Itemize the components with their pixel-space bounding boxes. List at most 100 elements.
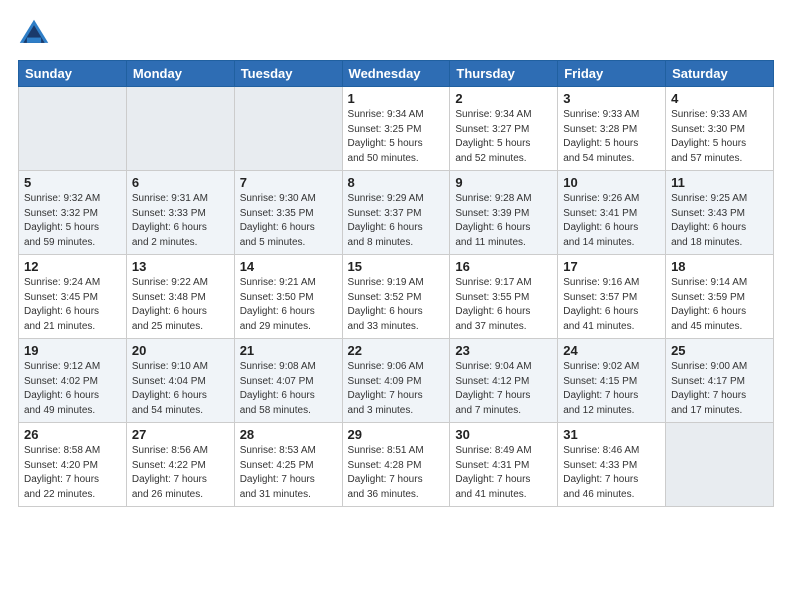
day-info: Sunrise: 9:08 AMSunset: 4:07 PMDaylight:… bbox=[240, 360, 337, 418]
day-number: 1 bbox=[348, 91, 445, 106]
calendar-week-4: 19 Sunrise: 9:12 AMSunset: 4:02 PMDayligh… bbox=[19, 339, 774, 423]
day-number: 18 bbox=[671, 259, 768, 274]
day-number: 15 bbox=[348, 259, 445, 274]
day-number: 13 bbox=[132, 259, 229, 274]
calendar-cell: 6 Sunrise: 9:31 AMSunset: 3:33 PMDaylight… bbox=[126, 171, 234, 255]
day-number: 7 bbox=[240, 175, 337, 190]
day-info: Sunrise: 8:46 AMSunset: 4:33 PMDaylight:… bbox=[563, 444, 660, 502]
calendar-cell bbox=[234, 87, 342, 171]
day-info: Sunrise: 9:34 AMSunset: 3:27 PMDaylight:… bbox=[455, 108, 552, 166]
day-number: 9 bbox=[455, 175, 552, 190]
day-number: 21 bbox=[240, 343, 337, 358]
day-number: 6 bbox=[132, 175, 229, 190]
calendar-cell: 8Sunrise: 9:29 AMSunset: 3:37 PMDaylight… bbox=[342, 171, 450, 255]
weekday-header-tuesday: Tuesday bbox=[234, 61, 342, 87]
day-number: 8 bbox=[348, 175, 445, 190]
calendar-cell: 22 Sunrise: 9:06 AMSunset: 4:09 PMDayligh… bbox=[342, 339, 450, 423]
calendar-cell: 7 Sunrise: 9:30 AMSunset: 3:35 PMDaylight… bbox=[234, 171, 342, 255]
day-number: 10 bbox=[563, 175, 660, 190]
calendar-cell: 14 Sunrise: 9:21 AMSunset: 3:50 PMDayligh… bbox=[234, 255, 342, 339]
day-info: Sunrise: 9:26 AMSunset: 3:41 PMDaylight:… bbox=[563, 192, 660, 250]
day-info: Sunrise: 9:04 AMSunset: 4:12 PMDaylight:… bbox=[455, 360, 552, 418]
calendar-cell: 25Sunrise: 9:00 AMSunset: 4:17 PMDayligh… bbox=[666, 339, 774, 423]
day-info: Sunrise: 8:56 AMSunset: 4:22 PMDaylight:… bbox=[132, 444, 229, 502]
calendar-cell: 11 Sunrise: 9:25 AMSunset: 3:43 PMDayligh… bbox=[666, 171, 774, 255]
day-number: 26 bbox=[24, 427, 121, 442]
weekday-header-friday: Friday bbox=[558, 61, 666, 87]
day-info: Sunrise: 9:02 AMSunset: 4:15 PMDaylight:… bbox=[563, 360, 660, 418]
day-info: Sunrise: 9:24 AMSunset: 3:45 PMDaylight:… bbox=[24, 276, 121, 334]
day-number: 28 bbox=[240, 427, 337, 442]
day-info: Sunrise: 9:30 AMSunset: 3:35 PMDaylight:… bbox=[240, 192, 337, 250]
calendar: SundayMondayTuesdayWednesdayThursdayFrid… bbox=[18, 60, 774, 507]
day-number: 3 bbox=[563, 91, 660, 106]
calendar-cell: 26 Sunrise: 8:58 AMSunset: 4:20 PMDayligh… bbox=[19, 423, 127, 507]
logo bbox=[18, 18, 54, 50]
calendar-week-5: 26 Sunrise: 8:58 AMSunset: 4:20 PMDayligh… bbox=[19, 423, 774, 507]
day-number: 14 bbox=[240, 259, 337, 274]
day-number: 4 bbox=[671, 91, 768, 106]
day-info: Sunrise: 9:28 AMSunset: 3:39 PMDaylight:… bbox=[455, 192, 552, 250]
day-number: 17 bbox=[563, 259, 660, 274]
day-info: Sunrise: 9:33 AMSunset: 3:28 PMDaylight:… bbox=[563, 108, 660, 166]
calendar-cell bbox=[19, 87, 127, 171]
day-number: 30 bbox=[455, 427, 552, 442]
calendar-cell: 12Sunrise: 9:24 AMSunset: 3:45 PMDayligh… bbox=[19, 255, 127, 339]
page: SundayMondayTuesdayWednesdayThursdayFrid… bbox=[0, 0, 792, 517]
day-info: Sunrise: 8:58 AMSunset: 4:20 PMDaylight:… bbox=[24, 444, 121, 502]
day-number: 23 bbox=[455, 343, 552, 358]
day-info: Sunrise: 8:53 AMSunset: 4:25 PMDaylight:… bbox=[240, 444, 337, 502]
day-info: Sunrise: 9:32 AMSunset: 3:32 PMDaylight:… bbox=[24, 192, 121, 250]
day-info: Sunrise: 9:12 AMSunset: 4:02 PMDaylight:… bbox=[24, 360, 121, 418]
calendar-cell: 27 Sunrise: 8:56 AMSunset: 4:22 PMDayligh… bbox=[126, 423, 234, 507]
day-info: Sunrise: 9:34 AMSunset: 3:25 PMDaylight:… bbox=[348, 108, 445, 166]
calendar-cell: 1 Sunrise: 9:34 AMSunset: 3:25 PMDaylight… bbox=[342, 87, 450, 171]
day-number: 29 bbox=[348, 427, 445, 442]
day-info: Sunrise: 9:17 AMSunset: 3:55 PMDaylight:… bbox=[455, 276, 552, 334]
day-info: Sunrise: 9:25 AMSunset: 3:43 PMDaylight:… bbox=[671, 192, 768, 250]
calendar-cell: 29 Sunrise: 8:51 AMSunset: 4:28 PMDayligh… bbox=[342, 423, 450, 507]
calendar-week-3: 12Sunrise: 9:24 AMSunset: 3:45 PMDayligh… bbox=[19, 255, 774, 339]
weekday-header-thursday: Thursday bbox=[450, 61, 558, 87]
calendar-cell: 13 Sunrise: 9:22 AMSunset: 3:48 PMDayligh… bbox=[126, 255, 234, 339]
day-info: Sunrise: 9:31 AMSunset: 3:33 PMDaylight:… bbox=[132, 192, 229, 250]
day-number: 5 bbox=[24, 175, 121, 190]
calendar-cell: 18Sunrise: 9:14 AMSunset: 3:59 PMDayligh… bbox=[666, 255, 774, 339]
calendar-cell: 4Sunrise: 9:33 AMSunset: 3:30 PMDaylight… bbox=[666, 87, 774, 171]
day-info: Sunrise: 9:10 AMSunset: 4:04 PMDaylight:… bbox=[132, 360, 229, 418]
header bbox=[18, 18, 774, 50]
calendar-cell bbox=[126, 87, 234, 171]
calendar-cell: 24 Sunrise: 9:02 AMSunset: 4:15 PMDayligh… bbox=[558, 339, 666, 423]
day-info: Sunrise: 9:06 AMSunset: 4:09 PMDaylight:… bbox=[348, 360, 445, 418]
day-info: Sunrise: 9:21 AMSunset: 3:50 PMDaylight:… bbox=[240, 276, 337, 334]
calendar-cell: 5 Sunrise: 9:32 AMSunset: 3:32 PMDaylight… bbox=[19, 171, 127, 255]
day-number: 24 bbox=[563, 343, 660, 358]
weekday-header-saturday: Saturday bbox=[666, 61, 774, 87]
calendar-cell: 16 Sunrise: 9:17 AMSunset: 3:55 PMDayligh… bbox=[450, 255, 558, 339]
day-number: 11 bbox=[671, 175, 768, 190]
day-info: Sunrise: 9:16 AMSunset: 3:57 PMDaylight:… bbox=[563, 276, 660, 334]
day-info: Sunrise: 8:51 AMSunset: 4:28 PMDaylight:… bbox=[348, 444, 445, 502]
day-number: 19 bbox=[24, 343, 121, 358]
weekday-header-wednesday: Wednesday bbox=[342, 61, 450, 87]
day-info: Sunrise: 9:19 AMSunset: 3:52 PMDaylight:… bbox=[348, 276, 445, 334]
weekday-header-row: SundayMondayTuesdayWednesdayThursdayFrid… bbox=[19, 61, 774, 87]
calendar-cell: 10 Sunrise: 9:26 AMSunset: 3:41 PMDayligh… bbox=[558, 171, 666, 255]
day-number: 22 bbox=[348, 343, 445, 358]
calendar-cell: 19 Sunrise: 9:12 AMSunset: 4:02 PMDayligh… bbox=[19, 339, 127, 423]
calendar-cell: 30 Sunrise: 8:49 AMSunset: 4:31 PMDayligh… bbox=[450, 423, 558, 507]
day-info: Sunrise: 8:49 AMSunset: 4:31 PMDaylight:… bbox=[455, 444, 552, 502]
day-number: 20 bbox=[132, 343, 229, 358]
calendar-cell: 2 Sunrise: 9:34 AMSunset: 3:27 PMDaylight… bbox=[450, 87, 558, 171]
calendar-cell bbox=[666, 423, 774, 507]
calendar-cell: 23 Sunrise: 9:04 AMSunset: 4:12 PMDayligh… bbox=[450, 339, 558, 423]
calendar-week-1: 1 Sunrise: 9:34 AMSunset: 3:25 PMDaylight… bbox=[19, 87, 774, 171]
day-number: 27 bbox=[132, 427, 229, 442]
day-info: Sunrise: 9:22 AMSunset: 3:48 PMDaylight:… bbox=[132, 276, 229, 334]
weekday-header-monday: Monday bbox=[126, 61, 234, 87]
day-number: 2 bbox=[455, 91, 552, 106]
day-info: Sunrise: 9:00 AMSunset: 4:17 PMDaylight:… bbox=[671, 360, 768, 418]
day-number: 16 bbox=[455, 259, 552, 274]
calendar-cell: 17 Sunrise: 9:16 AMSunset: 3:57 PMDayligh… bbox=[558, 255, 666, 339]
calendar-cell: 21 Sunrise: 9:08 AMSunset: 4:07 PMDayligh… bbox=[234, 339, 342, 423]
